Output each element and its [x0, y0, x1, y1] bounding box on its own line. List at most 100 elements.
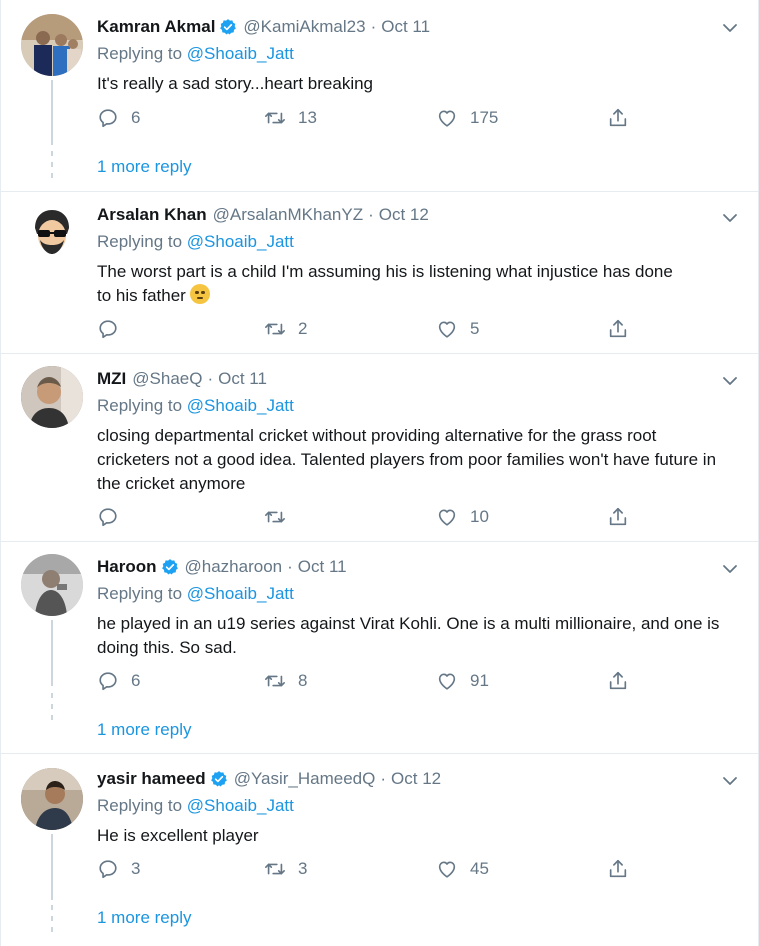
like-count: 175 — [470, 108, 499, 127]
like-button[interactable]: 10 — [436, 506, 489, 528]
retweet-icon — [264, 506, 286, 528]
share-button[interactable] — [607, 107, 629, 129]
tweet-yasir-hameed[interactable]: yasir hameed @Yasir_HameedQ · Oct 12 Rep… — [1, 754, 758, 946]
handle[interactable]: @Yasir_HameedQ — [234, 769, 376, 789]
separator: · — [207, 369, 214, 388]
mention-link[interactable]: @Shoaib_Jatt — [187, 232, 294, 251]
timestamp[interactable]: Oct 11 — [298, 557, 347, 577]
like-button[interactable]: 91 — [436, 670, 489, 692]
chevron-down-icon[interactable] — [722, 564, 738, 574]
tweet-header: yasir hameed @Yasir_HameedQ · Oct 12 — [97, 769, 441, 789]
like-button[interactable]: 45 — [436, 858, 489, 880]
display-name[interactable]: yasir hameed — [97, 769, 206, 789]
tweet-actions: 3 3 45 — [97, 858, 637, 882]
handle[interactable]: @ArsalanMKhanYZ — [213, 205, 364, 225]
reply-button[interactable] — [97, 506, 131, 528]
heart-icon — [436, 318, 458, 340]
more-reply-link[interactable]: 1 more reply — [97, 720, 191, 740]
replying-prefix: Replying to — [97, 796, 183, 815]
share-button[interactable] — [607, 506, 629, 528]
retweet-button[interactable]: 13 — [264, 107, 317, 129]
chevron-down-icon[interactable] — [722, 213, 738, 223]
tweet-actions: 6 8 91 — [97, 670, 637, 694]
reply-button[interactable]: 6 — [97, 670, 140, 692]
retweet-count: 2 — [298, 319, 308, 338]
share-icon — [607, 107, 629, 129]
avatar[interactable] — [21, 202, 83, 264]
separator: · — [370, 17, 377, 36]
share-icon — [607, 506, 629, 528]
share-button[interactable] — [607, 858, 629, 880]
timestamp[interactable]: Oct 11 — [218, 369, 267, 389]
tweet-text: It's really a sad story...heart breaking — [97, 74, 374, 93]
more-reply-link[interactable]: 1 more reply — [97, 157, 191, 177]
timestamp[interactable]: Oct 12 — [379, 205, 429, 225]
reply-button[interactable]: 3 — [97, 858, 140, 880]
tweet-haroon[interactable]: Haroon @hazharoon · Oct 11 Replying to @… — [1, 542, 758, 754]
avatar[interactable] — [21, 366, 83, 428]
reply-icon — [97, 506, 119, 528]
timestamp[interactable]: Oct 12 — [391, 769, 441, 789]
chevron-down-icon[interactable] — [722, 376, 738, 386]
avatar[interactable] — [21, 768, 83, 830]
separator: · — [380, 769, 387, 788]
avatar[interactable] — [21, 554, 83, 616]
share-icon — [607, 858, 629, 880]
retweet-icon — [264, 858, 286, 880]
share-button[interactable] — [607, 318, 629, 340]
tweet-text: The worst part is a child I'm assuming h… — [97, 260, 737, 308]
reply-button[interactable] — [97, 318, 131, 340]
tweet-kamran-akmal[interactable]: Kamran Akmal @KamiAkmal23 · Oct 11 Reply… — [1, 0, 758, 192]
heart-icon — [436, 506, 458, 528]
tweet-header: Kamran Akmal @KamiAkmal23 · Oct 11 — [97, 17, 430, 37]
retweet-button[interactable]: 3 — [264, 858, 307, 880]
display-name[interactable]: MZI — [97, 369, 126, 389]
tweet-mzi[interactable]: MZI @ShaeQ · Oct 11 Replying to @Shoaib_… — [1, 354, 758, 542]
reply-icon — [97, 858, 119, 880]
retweet-button[interactable] — [264, 506, 298, 528]
share-button[interactable] — [607, 670, 629, 692]
more-reply-link[interactable]: 1 more reply — [97, 908, 191, 928]
display-name[interactable]: Kamran Akmal — [97, 17, 215, 37]
replying-to: Replying to @Shoaib_Jatt — [97, 396, 294, 416]
thread-line — [51, 80, 53, 145]
handle[interactable]: @ShaeQ — [132, 369, 202, 389]
tweet-text: he played in an u19 series against Virat… — [97, 614, 720, 657]
tweet-header: MZI @ShaeQ · Oct 11 — [97, 369, 267, 389]
tweet-actions: 10 — [97, 506, 637, 530]
reply-button[interactable]: 6 — [97, 107, 140, 129]
handle[interactable]: @KamiAkmal23 — [243, 17, 365, 37]
display-name[interactable]: Haroon — [97, 557, 157, 577]
thread-line — [51, 834, 53, 900]
retweet-button[interactable]: 2 — [264, 318, 307, 340]
retweet-button[interactable]: 8 — [264, 670, 307, 692]
chevron-down-icon[interactable] — [722, 23, 738, 33]
share-icon — [607, 670, 629, 692]
rolling-eyes-emoji-icon — [189, 284, 210, 304]
avatar[interactable] — [21, 14, 83, 76]
retweet-count: 3 — [298, 859, 308, 878]
reply-icon — [97, 318, 119, 340]
replying-prefix: Replying to — [97, 232, 183, 251]
handle[interactable]: @hazharoon — [185, 557, 283, 577]
reply-icon — [97, 107, 119, 129]
like-button[interactable]: 175 — [436, 107, 498, 129]
tweet-text-line1: The worst part is a child I'm assuming h… — [97, 262, 673, 281]
retweet-icon — [264, 107, 286, 129]
tweet-header: Arsalan Khan @ArsalanMKhanYZ · Oct 12 — [97, 205, 429, 225]
mention-link[interactable]: @Shoaib_Jatt — [187, 396, 294, 415]
share-icon — [607, 318, 629, 340]
mention-link[interactable]: @Shoaib_Jatt — [187, 584, 294, 603]
tweet-arsalan-khan[interactable]: Arsalan Khan @ArsalanMKhanYZ · Oct 12 Re… — [1, 192, 758, 354]
timestamp[interactable]: Oct 11 — [381, 17, 430, 37]
mention-link[interactable]: @Shoaib_Jatt — [187, 796, 294, 815]
tweet-actions: 2 5 — [97, 318, 637, 342]
like-button[interactable]: 5 — [436, 318, 479, 340]
thread-dots — [51, 905, 53, 938]
chevron-down-icon[interactable] — [722, 776, 738, 786]
retweet-icon — [264, 318, 286, 340]
display-name[interactable]: Arsalan Khan — [97, 205, 207, 225]
mention-link[interactable]: @Shoaib_Jatt — [187, 44, 294, 63]
replying-prefix: Replying to — [97, 396, 183, 415]
separator: · — [287, 557, 293, 576]
